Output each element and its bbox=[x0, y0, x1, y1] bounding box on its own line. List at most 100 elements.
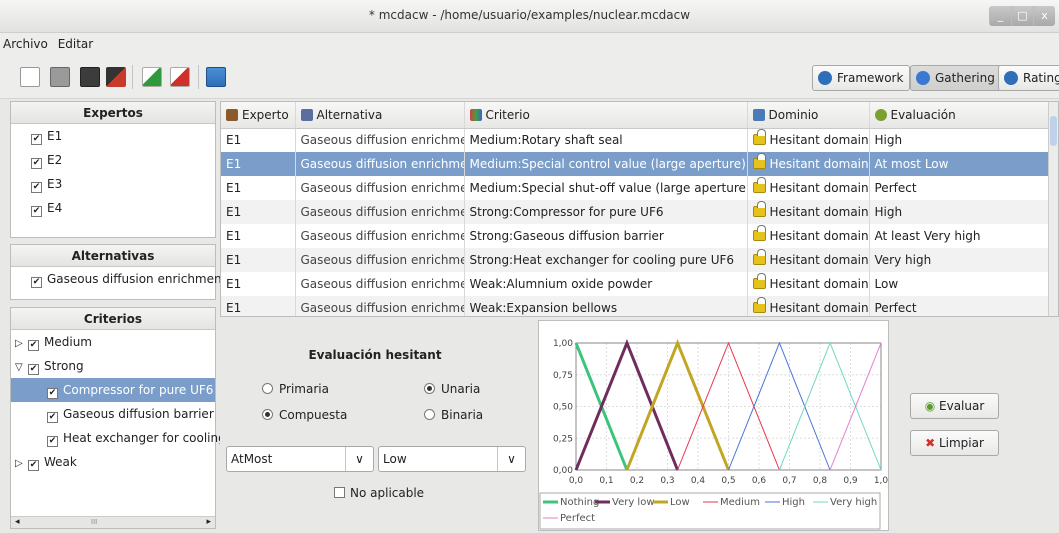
cell-text: At most Low bbox=[874, 157, 949, 171]
close-button[interactable]: x bbox=[1033, 6, 1055, 26]
table-row[interactable]: E1 Gaseous diffusion enrichment Medium:Spe… bbox=[221, 152, 1050, 176]
series-line-very-low bbox=[574, 338, 679, 471]
expert-item[interactable]: ✔ E4 bbox=[31, 196, 215, 220]
checkbox-checked-icon[interactable]: ✔ bbox=[47, 436, 58, 447]
criteria-label: Weak bbox=[44, 455, 77, 469]
column-header-alternative[interactable]: Alternativa bbox=[295, 102, 465, 129]
table-vscrollbar[interactable] bbox=[1048, 102, 1058, 316]
column-header-expert[interactable]: Experto bbox=[221, 102, 296, 129]
checkbox-checked-icon[interactable]: ✔ bbox=[28, 340, 39, 351]
alternative-item[interactable]: ✔ Gaseous diffusion enrichment bbox=[31, 267, 226, 291]
cell-text: Hesitant domain bbox=[769, 133, 869, 148]
table-cell: Medium:Special control value (large aper… bbox=[464, 152, 748, 176]
table-row[interactable]: E1 Gaseous diffusion enrichment Weak:Alumn… bbox=[221, 272, 1050, 296]
menu-editar[interactable]: Editar bbox=[55, 33, 97, 55]
cell-text: Strong:Gaseous diffusion barrier bbox=[469, 229, 664, 243]
expert-item[interactable]: ✔ E3 bbox=[31, 172, 215, 196]
checkbox-checked-icon[interactable]: ✔ bbox=[28, 460, 39, 471]
export-xls-icon[interactable] bbox=[170, 67, 190, 87]
cell-text: Strong:Compressor for pure UF6 bbox=[469, 205, 664, 219]
table-row[interactable]: E1 Gaseous diffusion enrichment Strong:Hea… bbox=[221, 248, 1050, 272]
column-header-evaluation[interactable]: Evaluación bbox=[869, 102, 1050, 129]
open-folder-icon[interactable] bbox=[50, 67, 70, 87]
criteria-node[interactable]: ▽ ✔ Strong bbox=[11, 354, 215, 378]
column-header-criterion[interactable]: Criterio bbox=[464, 102, 748, 129]
expert-item[interactable]: ✔ E1 bbox=[31, 124, 215, 148]
save-as-icon[interactable] bbox=[106, 67, 126, 87]
criteria-node[interactable]: ✔ Compressor for pure UF6 bbox=[11, 378, 215, 402]
export-icon[interactable] bbox=[206, 67, 226, 87]
cell-text: Low bbox=[874, 277, 899, 291]
criteria-node[interactable]: ✔ Gaseous diffusion barrier bbox=[11, 402, 215, 426]
minimize-button[interactable]: _ bbox=[989, 6, 1011, 26]
table-row[interactable]: E1 Gaseous diffusion enrichment Strong:Com… bbox=[221, 200, 1050, 224]
menu-archivo[interactable]: Archivo bbox=[0, 33, 51, 55]
gathering-button[interactable]: Gathering bbox=[910, 65, 1002, 91]
scroll-thumb[interactable] bbox=[1050, 116, 1057, 146]
window-titlebar: * mcdacw - /home/usuario/examples/nuclea… bbox=[0, 0, 1059, 33]
column-header-domain[interactable]: Dominio bbox=[747, 102, 870, 129]
table-cell: Gaseous diffusion enrichment bbox=[295, 248, 465, 272]
new-file-icon[interactable] bbox=[20, 67, 40, 87]
evaluate-button[interactable]: ◉ Evaluar bbox=[910, 393, 999, 419]
checkbox-checked-icon[interactable]: ✔ bbox=[31, 158, 42, 169]
hesitant-domain-icon bbox=[752, 225, 766, 241]
framework-button[interactable]: Framework bbox=[812, 65, 911, 91]
expander-icon[interactable]: ▽ bbox=[15, 356, 28, 380]
radio-unaria[interactable]: Unaria bbox=[424, 382, 480, 396]
checkbox-checked-icon[interactable]: ✔ bbox=[31, 182, 42, 193]
checkbox-checked-icon[interactable]: ✔ bbox=[31, 134, 42, 145]
checkbox-checked-icon[interactable]: ✔ bbox=[31, 206, 42, 217]
table-row[interactable]: E1 Gaseous diffusion enrichment Medium:Rot… bbox=[221, 128, 1050, 152]
table-row[interactable]: E1 Gaseous diffusion enrichment Weak:Expan… bbox=[221, 296, 1050, 316]
cell-text: Very high bbox=[874, 253, 932, 267]
window-controls: _ □ x bbox=[989, 6, 1055, 26]
radio-binaria[interactable]: Binaria bbox=[424, 408, 483, 422]
operator-select[interactable]: AtMost ∨ bbox=[226, 446, 374, 472]
x-tick-label: 0,4 bbox=[691, 476, 706, 486]
criteria-hscrollbar[interactable]: ◂ III ▸ bbox=[11, 516, 215, 528]
criteria-node[interactable]: ✔ Heat exchanger for cooling bbox=[11, 426, 226, 450]
cell-text: Perfect bbox=[874, 301, 917, 315]
expander-icon[interactable]: ▷ bbox=[15, 452, 28, 476]
x-tick-label: 0,8 bbox=[813, 476, 828, 486]
chevron-down-icon: ∨ bbox=[497, 447, 525, 471]
clear-button[interactable]: ✖ Limpiar bbox=[910, 430, 999, 456]
table-row[interactable]: E1 Gaseous diffusion enrichment Strong:Gas… bbox=[221, 224, 1050, 248]
alternative-icon bbox=[300, 108, 313, 121]
save-icon[interactable] bbox=[80, 67, 100, 87]
scroll-right-icon[interactable]: ▸ bbox=[206, 517, 211, 528]
cell-text: E1 bbox=[226, 157, 242, 171]
table-cell: Low bbox=[869, 272, 1050, 296]
cell-text: E1 bbox=[226, 205, 242, 219]
rating-icon bbox=[1004, 71, 1018, 85]
checkbox-checked-icon[interactable]: ✔ bbox=[47, 412, 58, 423]
checkbox-checked-icon[interactable]: ✔ bbox=[31, 277, 42, 288]
table-cell: Weak:Expansion bellows bbox=[464, 296, 748, 316]
table-cell: Hesitant domain bbox=[747, 152, 870, 176]
cell-text: Hesitant domain bbox=[769, 205, 869, 219]
radio-compuesta[interactable]: Compuesta bbox=[262, 408, 347, 422]
not-applicable-checkbox[interactable]: No aplicable bbox=[334, 486, 424, 500]
criteria-node[interactable]: ▷ ✔ Weak bbox=[11, 450, 215, 474]
table-cell: Perfect bbox=[869, 176, 1050, 200]
expert-item[interactable]: ✔ E2 bbox=[31, 148, 215, 172]
expander-icon[interactable]: ▷ bbox=[15, 332, 28, 356]
expert-label: E4 bbox=[47, 201, 63, 215]
cell-text: Medium:Rotary shaft seal bbox=[469, 133, 623, 148]
checkbox-checked-icon[interactable]: ✔ bbox=[28, 364, 39, 375]
checkbox-checked-icon[interactable]: ✔ bbox=[47, 388, 58, 399]
x-tick-label: 1,0 bbox=[874, 476, 888, 486]
label-select[interactable]: Low ∨ bbox=[378, 446, 526, 472]
rating-button[interactable]: Rating bbox=[998, 65, 1059, 91]
cell-text: High bbox=[874, 133, 903, 148]
scroll-left-icon[interactable]: ◂ bbox=[15, 517, 20, 528]
criteria-node[interactable]: ▷ ✔ Medium bbox=[11, 330, 215, 354]
cell-text: Hesitant domain bbox=[769, 229, 869, 243]
radio-primaria[interactable]: Primaria bbox=[262, 382, 329, 396]
maximize-button[interactable]: □ bbox=[1011, 6, 1033, 26]
import-xls-icon[interactable] bbox=[142, 67, 162, 87]
cell-text: Hesitant domain bbox=[769, 301, 869, 315]
table-row[interactable]: E1 Gaseous diffusion enrichment Medium:Spe… bbox=[221, 176, 1050, 200]
table-cell: E1 bbox=[221, 128, 296, 152]
